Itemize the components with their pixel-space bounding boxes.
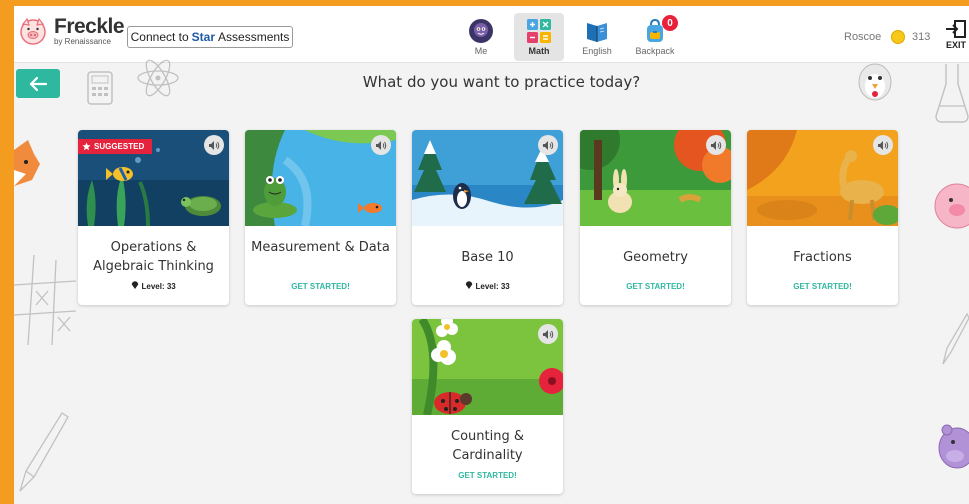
speaker-button[interactable] bbox=[706, 135, 726, 155]
speaker-icon bbox=[711, 140, 722, 150]
speaker-button[interactable] bbox=[371, 135, 391, 155]
card-title: Base 10 bbox=[461, 250, 514, 265]
card-title: Counting & Cardinality bbox=[451, 429, 524, 463]
backpack-badge: 0 bbox=[662, 15, 678, 31]
get-started-link[interactable]: GET STARTED! bbox=[580, 282, 731, 291]
flask-doodle-icon bbox=[935, 64, 969, 123]
topic-card-geometry[interactable]: Geometry GET STARTED! bbox=[580, 130, 731, 305]
pencil-doodle-icon bbox=[19, 412, 69, 492]
pen-doodle-icon bbox=[942, 312, 969, 365]
connect-star-brand: Star bbox=[191, 30, 216, 44]
speaker-button[interactable] bbox=[873, 135, 893, 155]
topic-card-base-10[interactable]: Base 10 Level: 33 bbox=[412, 130, 563, 305]
suggested-badge: SUGGESTED bbox=[78, 139, 153, 154]
get-started-link[interactable]: GET STARTED! bbox=[245, 282, 396, 291]
speaker-icon bbox=[376, 140, 387, 150]
book-icon bbox=[587, 23, 607, 42]
speaker-icon bbox=[209, 140, 220, 150]
speaker-button[interactable] bbox=[538, 135, 558, 155]
speaker-icon bbox=[878, 140, 889, 150]
top-bar: Freckle by Renaissance Connect to Star A… bbox=[14, 6, 969, 63]
freckle-logo[interactable]: Freckle by Renaissance bbox=[18, 15, 125, 46]
subject-nav: Me Math English Backpack 0 bbox=[456, 13, 688, 61]
speaker-icon bbox=[543, 140, 554, 150]
get-started-link[interactable]: GET STARTED! bbox=[747, 282, 898, 291]
nav-label-math: Math bbox=[528, 46, 550, 56]
map-pin-icon bbox=[132, 281, 139, 289]
math-icon bbox=[527, 19, 551, 43]
card-title: Fractions bbox=[793, 250, 852, 265]
card-title: Operations & Algebraic Thinking bbox=[93, 240, 214, 274]
user-name: Roscoe bbox=[844, 31, 882, 43]
star-icon bbox=[82, 142, 91, 151]
pig-doodle-icon bbox=[934, 183, 969, 229]
topic-card-measurement-data[interactable]: Measurement & Data GET STARTED! bbox=[245, 130, 396, 305]
get-started-link[interactable]: GET STARTED! bbox=[412, 471, 563, 480]
connect-suffix: Assessments bbox=[218, 30, 290, 44]
coin-count: 313 bbox=[912, 31, 931, 43]
page-heading: What do you want to practice today? bbox=[362, 73, 641, 91]
tic-tac-toe-doodle-icon bbox=[14, 255, 76, 345]
pig-logo-icon bbox=[20, 17, 46, 45]
app-window: Freckle by Renaissance Connect to Star A… bbox=[14, 0, 969, 504]
logo-subtitle: by Renaissance bbox=[54, 37, 111, 46]
connect-prefix: Connect to bbox=[130, 30, 189, 44]
card-level-text: Level: 33 bbox=[141, 282, 176, 291]
nav-item-backpack[interactable]: Backpack 0 bbox=[630, 13, 680, 61]
card-level: Level: 33 bbox=[78, 280, 229, 291]
fox-doodle-icon bbox=[14, 140, 40, 186]
nav-item-math[interactable]: Math bbox=[514, 13, 564, 61]
topic-card-counting-cardinality[interactable]: Counting & Cardinality GET STARTED! bbox=[412, 319, 563, 494]
nav-item-me[interactable]: Me bbox=[456, 13, 506, 61]
card-title: Geometry bbox=[623, 250, 688, 265]
avatar-icon bbox=[469, 19, 493, 43]
connect-star-button[interactable]: Connect to Star Assessments bbox=[127, 26, 293, 48]
speaker-button[interactable] bbox=[204, 135, 224, 155]
map-pin-icon bbox=[466, 281, 473, 289]
nav-label-english: English bbox=[582, 46, 612, 56]
exit-button[interactable]: EXIT bbox=[943, 19, 969, 50]
hippo-doodle-icon bbox=[938, 424, 969, 469]
exit-label: EXIT bbox=[945, 40, 966, 50]
card-title: Measurement & Data bbox=[251, 240, 390, 255]
nav-label-backpack: Backpack bbox=[635, 46, 675, 56]
logo-title: Freckle bbox=[54, 15, 125, 38]
exit-door-icon bbox=[946, 20, 966, 38]
nav-label-me: Me bbox=[474, 46, 488, 56]
nav-item-english[interactable]: English bbox=[572, 13, 622, 61]
suggested-label: SUGGESTED bbox=[94, 142, 145, 151]
topic-card-fractions[interactable]: Fractions GET STARTED! bbox=[747, 130, 898, 305]
speaker-icon bbox=[543, 329, 554, 339]
card-level: Level: 33 bbox=[412, 280, 563, 291]
card-level-text: Level: 33 bbox=[475, 282, 510, 291]
coin-icon bbox=[891, 30, 905, 44]
topic-card-operations-algebraic-thinking[interactable]: SUGGESTED Operations & Algebraic Thinkin… bbox=[78, 130, 229, 305]
speaker-button[interactable] bbox=[538, 324, 558, 344]
